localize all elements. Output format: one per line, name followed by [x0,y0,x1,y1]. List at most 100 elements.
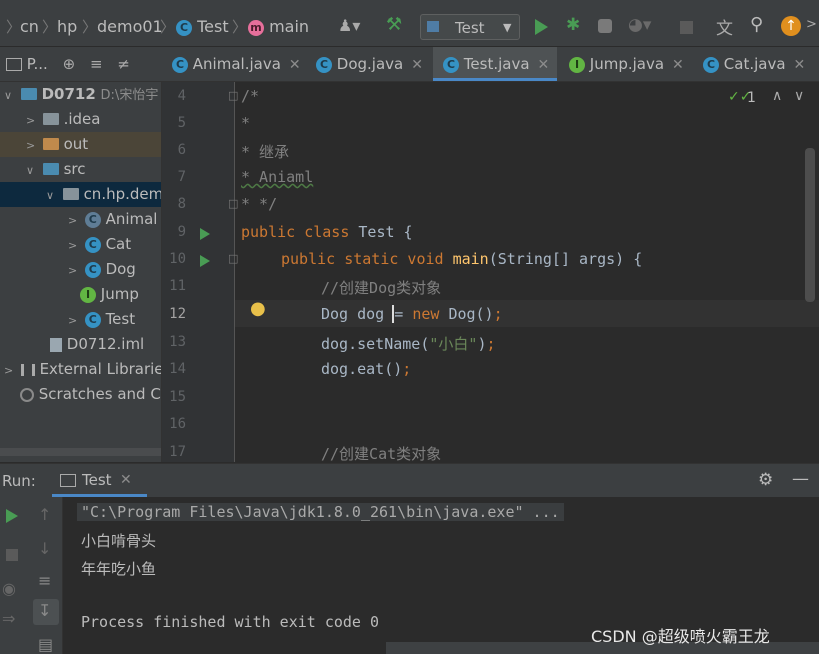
line-number: 6 [177,142,186,158]
line-number: 11 [169,278,186,294]
line-number: 10 [169,251,186,267]
console-line: 小白啃骨头 [81,532,157,550]
project-icon [6,58,22,71]
tab-project[interactable]: P... ⊕ ≡ ≠ [6,47,136,81]
line-number: 13 [169,334,186,350]
print-icon[interactable]: ▤ [38,635,53,654]
lightbulb-icon[interactable]: ● [250,298,266,319]
gear-icon[interactable]: ⚙ [758,470,773,490]
gutter-divider [234,82,235,462]
code-line: * Aniaml [241,168,314,186]
exit-icon[interactable]: ⇒ [2,609,15,628]
tab-animal[interactable]: C Animal.java ✕ [172,47,301,81]
code-line: * [241,114,251,132]
tree-item-jump[interactable]: I Jump [0,282,161,307]
rerun-icon[interactable] [6,509,18,523]
minimize-icon[interactable]: — [792,469,809,489]
chevron-down-icon[interactable]: ∨ [794,88,804,104]
tree-label: .idea [63,110,101,128]
code-line: * 继承 [241,143,290,161]
tree-item-package[interactable]: ∨ cn.hp.demo01 [0,182,162,207]
tab-cat[interactable]: C Cat.java ✕ [703,47,805,81]
chevron-right-icon: > [26,139,36,152]
run-class-icon[interactable] [200,228,210,240]
tree-label: cn.hp.demo01 [83,185,162,203]
fold-icon[interactable]: □ [228,89,238,102]
run-icon[interactable] [535,19,548,35]
chevron-right-icon: > [68,264,78,277]
close-icon[interactable]: ✕ [538,57,550,73]
class-icon: C [316,56,332,73]
coverage-icon[interactable] [598,19,612,33]
chevron-right-icon[interactable]: > [806,17,817,32]
stop-icon[interactable] [6,549,18,561]
chevron-right-icon: 〉 [232,18,248,36]
tree-item-src[interactable]: ∨ src [0,157,161,182]
crosshair-icon[interactable]: ⊕ [63,55,76,73]
breadcrumb-cn[interactable]: cn [20,17,39,36]
fold-icon[interactable]: □ [228,252,238,265]
line-number: 8 [177,196,186,212]
arrow-up-icon[interactable]: ↑ [38,505,51,524]
breadcrumb-demo01[interactable]: demo01 [97,17,163,36]
close-icon[interactable]: ✕ [672,57,684,73]
stop-icon[interactable] [680,21,693,34]
close-icon[interactable]: ✕ [120,472,132,488]
tree-item-iml[interactable]: D0712.iml [0,332,161,357]
close-icon[interactable]: ✕ [794,57,806,73]
tree-item-cat[interactable]: > C Cat [0,232,161,257]
camera-icon[interactable]: ◉ [2,579,16,598]
horizontal-scrollbar[interactable] [0,448,161,456]
tab-test[interactable]: C Test.java ✕ [433,47,557,81]
tree-item-test[interactable]: > C Test [0,307,161,332]
run-configuration-select[interactable]: Test ▼ [420,14,520,40]
console-line: 年年吃小鱼 [81,560,157,578]
debug-bug-icon[interactable]: ✱ [566,15,580,35]
settings-icon[interactable]: ≠ [117,55,130,73]
build-hammer-icon[interactable]: ⚒ [386,14,402,35]
run-tab-label: Test [82,471,112,489]
console-command-line[interactable]: "C:\Program Files\Java\jdk1.8.0_261\bin\… [77,503,564,521]
tree-item-idea[interactable]: > .idea [0,107,161,132]
folder-icon [42,137,59,150]
collapse-icon[interactable]: ≡ [90,55,103,73]
chevron-down-icon: ∨ [26,164,35,177]
search-icon[interactable]: ⚲ [750,14,763,35]
arrow-down-icon[interactable]: ↓ [38,539,51,558]
tree-item-out[interactable]: > out [0,132,161,157]
line-number: 17 [169,444,186,460]
tree-item-scratches[interactable]: Scratches and Consoles [0,382,161,407]
chevron-right-icon: > [68,214,78,227]
tree-label: Animal [105,210,158,228]
close-icon[interactable]: ✕ [411,57,423,73]
breadcrumb-hp[interactable]: hp [57,17,77,36]
user-icon[interactable]: ♟▾ [338,16,360,35]
run-tab-test[interactable]: Test ✕ [52,464,147,497]
code-editor[interactable]: 4 5 6 7 8 9 10 11 12 13 14 15 16 17 ● □ … [162,82,819,462]
code-line: //创建Cat类对象 [321,445,442,462]
method-icon: m [248,19,264,36]
tree-item-root[interactable]: ∨ D0712 D:\宋怡宇 [0,82,161,107]
tab-jump[interactable]: I Jump.java ✕ [569,47,684,81]
soft-wrap-icon[interactable]: ≡ [38,571,51,590]
profile-icon[interactable]: ◕▾ [628,15,651,35]
vertical-scrollbar[interactable] [805,148,815,302]
close-icon[interactable]: ✕ [289,57,301,73]
tree-item-external-libraries[interactable]: > External Libraries [0,357,161,382]
tree-item-animal[interactable]: > C Animal [0,207,161,232]
chevron-up-icon[interactable]: ∧ [772,88,782,104]
breadcrumb-main[interactable]: m main [248,17,309,36]
run-panel-header: Run: Test ✕ ⚙ — [0,463,819,497]
code-line-setname: dog.setName("小白"); [321,335,496,353]
tree-label: Cat [105,235,132,253]
tree-item-dog[interactable]: > C Dog [0,257,161,282]
update-icon[interactable]: ↑ [781,16,801,36]
navigation-bar: 〉 cn 〉 hp 〉 demo01 〉 C Test 〉 m main ♟▾ … [0,0,819,47]
breadcrumb-test[interactable]: C Test [176,17,229,36]
class-icon: C [84,236,101,253]
fold-icon[interactable]: □ [228,197,238,210]
class-icon: C [84,261,101,278]
tab-dog[interactable]: C Dog.java ✕ [316,47,423,81]
run-main-icon[interactable] [200,255,210,267]
translate-icon[interactable]: 文 [716,14,733,39]
